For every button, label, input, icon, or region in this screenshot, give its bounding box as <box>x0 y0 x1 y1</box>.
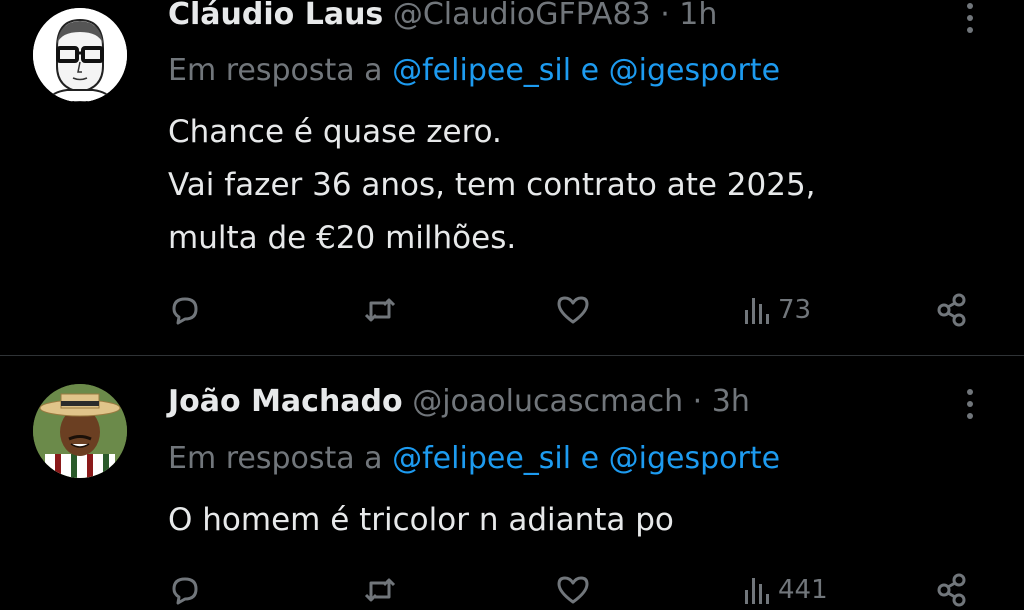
share-icon <box>937 293 966 327</box>
author-handle[interactable]: @joaolucascmach <box>412 384 683 419</box>
share-button[interactable] <box>932 570 972 610</box>
retweet-icon <box>364 298 396 322</box>
mention-link[interactable]: @felipee_sil <box>392 441 571 476</box>
share-icon <box>937 573 966 607</box>
mention-link[interactable]: @igesporte <box>609 53 780 88</box>
views-button[interactable]: 73 <box>740 290 811 330</box>
tweet-2[interactable]: João Machado @joaolucascmach · 3h Em res… <box>0 356 1024 609</box>
tweet-1[interactable]: Cláudio Laus @ClaudioGFPA83 · 1h Em resp… <box>0 0 1024 355</box>
mention-link[interactable]: @igesporte <box>609 441 780 476</box>
tweet-actions: 73 <box>0 290 1024 330</box>
mention-link[interactable]: @felipee_sil <box>392 53 571 88</box>
mention-conjunction: e <box>580 53 600 88</box>
reply-icon <box>172 297 198 325</box>
more-options-button[interactable] <box>958 0 982 40</box>
reply-prefix: Em resposta a <box>168 441 383 476</box>
separator-dot: · <box>660 0 670 32</box>
avatar[interactable] <box>33 384 127 478</box>
retweet-icon <box>364 578 396 602</box>
timestamp[interactable]: 1h <box>679 0 717 32</box>
tweet-text-line: Vai fazer 36 anos, tem contrato ate 2025… <box>168 167 816 203</box>
reply-icon <box>172 577 198 605</box>
avatar-photo <box>33 384 127 478</box>
reply-button[interactable] <box>165 570 205 610</box>
author-name[interactable]: Cláudio Laus <box>168 0 383 32</box>
tweet-text-line: O homem é tricolor n adianta po <box>168 502 674 538</box>
like-icon <box>557 296 589 324</box>
separator-dot: · <box>692 384 703 419</box>
view-count: 441 <box>778 575 828 605</box>
views-button[interactable]: 441 <box>740 570 828 610</box>
tweet-text: Chance é quase zero. Vai fazer 36 anos, … <box>168 106 816 265</box>
share-button[interactable] <box>932 290 972 330</box>
views-icon <box>745 298 769 324</box>
tweet-text-line: Chance é quase zero. <box>168 114 502 150</box>
tweet-text: O homem é tricolor n adianta po <box>168 494 674 547</box>
like-button[interactable] <box>553 290 593 330</box>
like-button[interactable] <box>553 570 593 610</box>
reply-context: Em resposta a @felipee_sil e @igesporte <box>168 441 780 477</box>
tweet-text-line: multa de €20 milhões. <box>168 220 517 256</box>
view-count: 73 <box>778 295 812 325</box>
tweet-actions: 441 <box>0 570 1024 610</box>
tweet-header: João Machado @joaolucascmach · 3h <box>168 384 750 420</box>
more-options-button[interactable] <box>958 386 982 426</box>
timestamp[interactable]: 3h <box>712 384 750 419</box>
avatar[interactable] <box>33 8 127 102</box>
mention-conjunction: e <box>580 441 600 476</box>
retweet-button[interactable] <box>360 290 400 330</box>
tweet-header: Cláudio Laus @ClaudioGFPA83 · 1h <box>168 0 717 33</box>
reply-context: Em resposta a @felipee_sil e @igesporte <box>168 53 780 89</box>
more-icon <box>967 389 973 419</box>
reply-button[interactable] <box>165 290 205 330</box>
author-handle[interactable]: @ClaudioGFPA83 <box>393 0 651 32</box>
more-icon <box>967 3 973 33</box>
views-icon <box>745 578 769 604</box>
reply-prefix: Em resposta a <box>168 53 383 88</box>
author-name[interactable]: João Machado <box>168 384 403 419</box>
retweet-button[interactable] <box>360 570 400 610</box>
avatar-illustration <box>33 8 127 102</box>
like-icon <box>557 576 589 604</box>
